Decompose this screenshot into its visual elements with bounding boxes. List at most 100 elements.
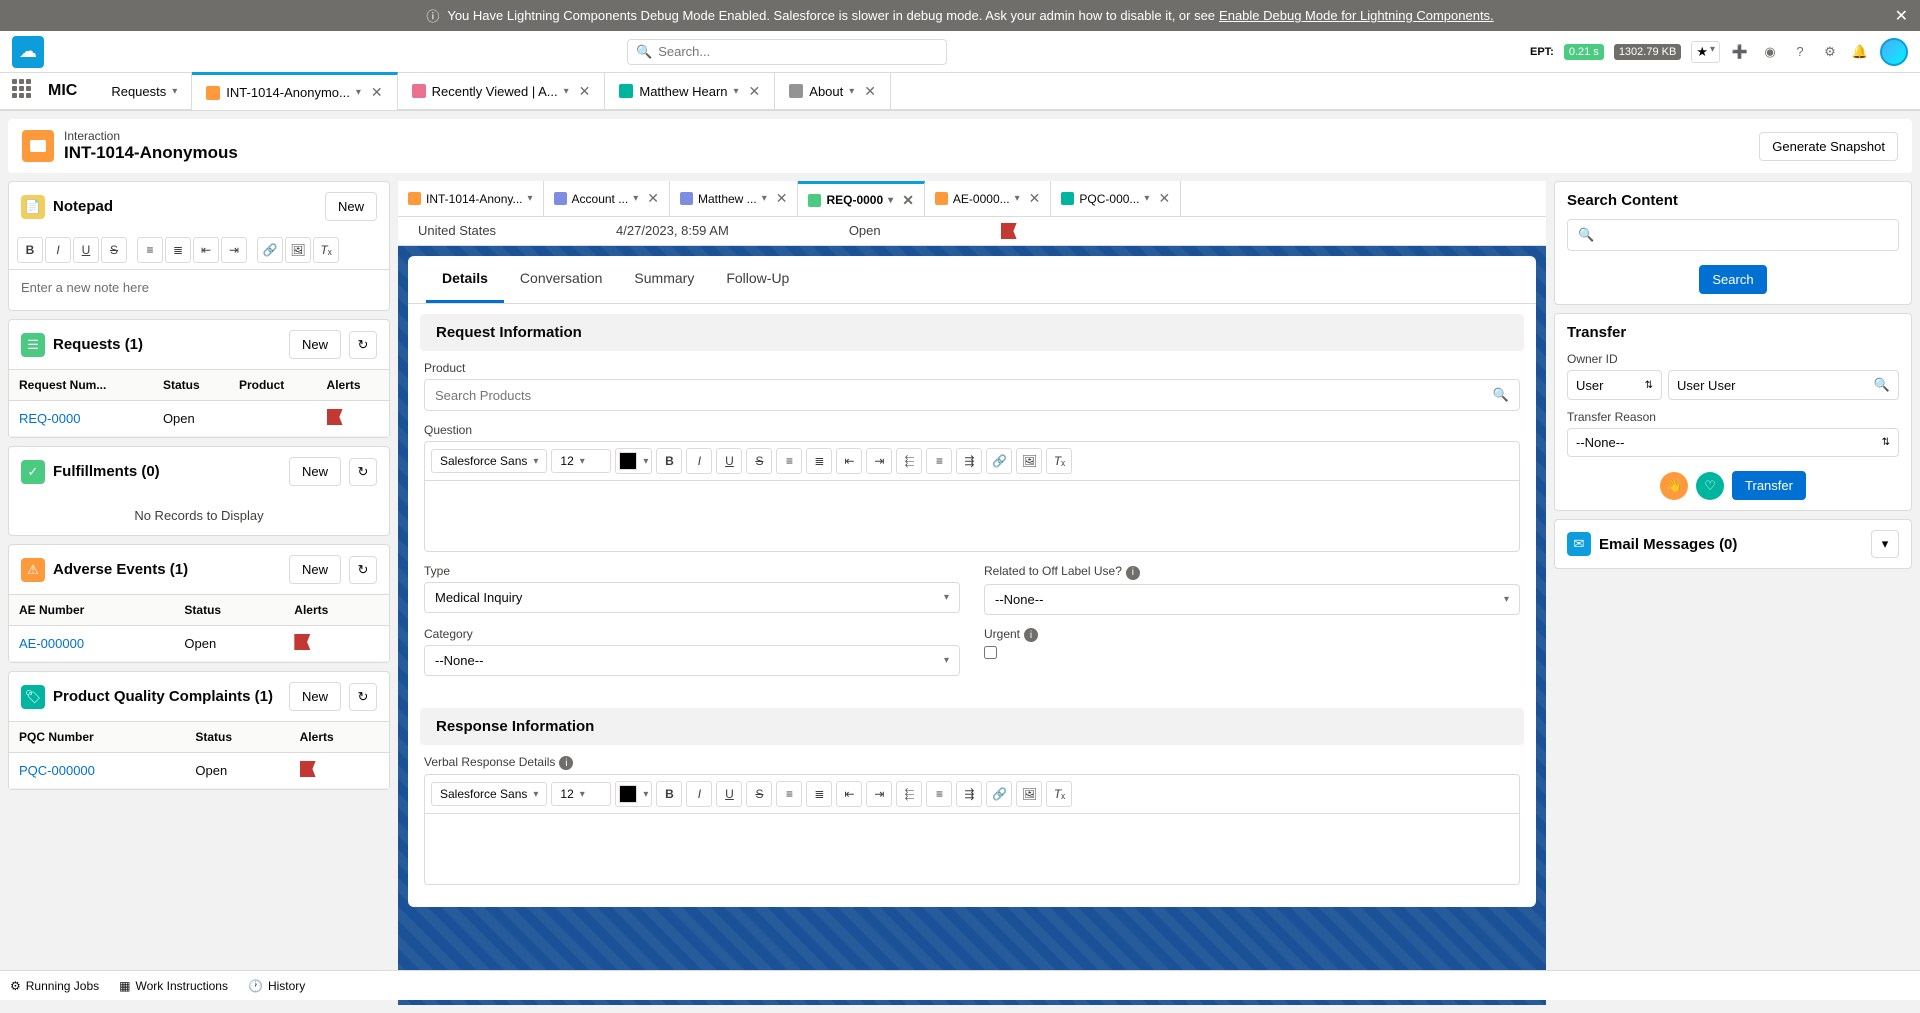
align-center-button[interactable]: ≡	[926, 448, 952, 474]
new-ae-button[interactable]: New	[289, 555, 341, 584]
col-status[interactable]: Status	[153, 370, 229, 401]
new-request-button[interactable]: New	[289, 330, 341, 359]
outdent-button[interactable]: ⇤	[836, 448, 862, 474]
outdent-button[interactable]: ⇤	[193, 237, 219, 263]
outdent-button[interactable]: ⇤	[836, 781, 862, 807]
image-button[interactable]: 🖼	[1016, 448, 1042, 474]
transfer-button[interactable]: Transfer	[1732, 471, 1806, 500]
urgent-checkbox[interactable]	[984, 646, 997, 659]
transfer-reason-select[interactable]: --None--⇅	[1567, 428, 1899, 457]
global-search-input[interactable]	[658, 44, 938, 59]
running-jobs-button[interactable]: ⚙Running Jobs	[10, 979, 99, 993]
setup-button[interactable]: ⚙	[1820, 42, 1840, 62]
nav-tab-requests[interactable]: Requests ▾	[97, 72, 192, 110]
notepad-editor[interactable]: Enter a new note here	[9, 270, 389, 310]
search-button[interactable]: Search	[1699, 265, 1766, 294]
italic-button[interactable]: I	[686, 448, 712, 474]
bold-button[interactable]: B	[656, 448, 682, 474]
chevron-down-icon[interactable]: ▾	[1015, 193, 1020, 204]
nav-tab-interaction[interactable]: INT-1014-Anonymo... ▾ ✕	[192, 72, 397, 110]
salesforce-logo[interactable]: ☁	[12, 36, 44, 68]
tab-conversation[interactable]: Conversation	[504, 256, 619, 303]
col-ae-number[interactable]: AE Number	[9, 595, 174, 626]
font-size-select[interactable]: 12▾	[551, 782, 611, 806]
add-button[interactable]: ➕	[1730, 42, 1750, 62]
image-button[interactable]: 🖼	[1016, 781, 1042, 807]
strike-button[interactable]: S	[746, 781, 772, 807]
global-search[interactable]: 🔍	[627, 39, 947, 65]
underline-button[interactable]: U	[716, 781, 742, 807]
close-icon[interactable]: ✕	[371, 84, 383, 101]
subtab-account[interactable]: Account ...▾✕	[544, 181, 670, 216]
subtab-pqc[interactable]: PQC-000...▾✕	[1051, 181, 1181, 216]
subtab-request[interactable]: REQ-0000▾✕	[798, 181, 924, 216]
font-family-select[interactable]: Salesforce Sans▾	[431, 449, 547, 473]
search-content-input[interactable]	[1600, 228, 1888, 243]
search-icon[interactable]: 🔍	[1493, 387, 1509, 403]
align-left-button[interactable]: ⬱	[896, 781, 922, 807]
chevron-down-icon[interactable]: ▾	[734, 86, 739, 97]
request-link[interactable]: REQ-0000	[19, 411, 80, 426]
nav-tab-about[interactable]: About ▾ ✕	[775, 72, 891, 110]
owner-lookup[interactable]: User User🔍	[1668, 370, 1899, 400]
col-request-number[interactable]: Request Num...	[9, 370, 153, 401]
product-lookup[interactable]: 🔍	[424, 379, 1520, 411]
font-color-button[interactable]: ▾	[615, 448, 652, 474]
close-icon[interactable]: ✕	[1158, 190, 1170, 207]
bullet-list-button[interactable]: ≡	[776, 781, 802, 807]
col-status[interactable]: Status	[185, 722, 289, 753]
bold-button[interactable]: B	[17, 237, 43, 263]
refresh-button[interactable]: ↻	[349, 556, 377, 584]
help-icon[interactable]: i	[559, 756, 573, 770]
generate-snapshot-button[interactable]: Generate Snapshot	[1759, 132, 1898, 161]
col-pqc-number[interactable]: PQC Number	[9, 722, 185, 753]
font-size-select[interactable]: 12▾	[551, 449, 611, 473]
search-content-input-wrapper[interactable]: 🔍	[1567, 219, 1899, 251]
indent-button[interactable]: ⇥	[866, 781, 892, 807]
font-family-select[interactable]: Salesforce Sans▾	[431, 782, 547, 806]
transfer-action-icon-1[interactable]: 👋	[1660, 472, 1688, 500]
bullet-list-button[interactable]: ≡	[776, 448, 802, 474]
chevron-down-icon[interactable]: ▾	[564, 86, 569, 97]
nav-tab-contact[interactable]: Matthew Hearn ▾ ✕	[605, 72, 775, 110]
chevron-down-icon[interactable]: ▾	[356, 87, 361, 98]
tab-followup[interactable]: Follow-Up	[710, 256, 805, 303]
link-button[interactable]: 🔗	[986, 781, 1012, 807]
email-menu-button[interactable]: ▾	[1871, 530, 1899, 558]
indent-button[interactable]: ⇥	[866, 448, 892, 474]
chevron-down-icon[interactable]: ▾	[528, 193, 533, 204]
refresh-button[interactable]: ↻	[349, 458, 377, 486]
nav-tab-recently-viewed[interactable]: Recently Viewed | A... ▾ ✕	[398, 72, 606, 110]
close-icon[interactable]: ✕	[902, 192, 914, 209]
close-icon[interactable]: ✕	[579, 83, 591, 100]
help-icon[interactable]: i	[1126, 566, 1140, 580]
close-icon[interactable]: ✕	[647, 190, 659, 207]
bold-button[interactable]: B	[656, 781, 682, 807]
number-list-button[interactable]: ≣	[165, 237, 191, 263]
salesforce-help-button[interactable]: ◉	[1760, 42, 1780, 62]
italic-button[interactable]: I	[45, 237, 71, 263]
underline-button[interactable]: U	[73, 237, 99, 263]
owner-type-select[interactable]: User⇅	[1567, 370, 1662, 400]
favorites-button[interactable]: ★▾	[1691, 41, 1720, 63]
verbal-response-textarea[interactable]	[425, 814, 1519, 884]
chevron-down-icon[interactable]: ▾	[762, 193, 767, 204]
italic-button[interactable]: I	[686, 781, 712, 807]
close-icon[interactable]: ✕	[749, 83, 761, 100]
chevron-down-icon[interactable]: ▾	[1144, 193, 1149, 204]
image-button[interactable]: 🖼	[285, 237, 311, 263]
close-icon[interactable]: ✕	[864, 83, 876, 100]
font-color-button[interactable]: ▾	[615, 781, 652, 807]
link-button[interactable]: 🔗	[257, 237, 283, 263]
align-center-button[interactable]: ≡	[926, 781, 952, 807]
work-instructions-button[interactable]: ▦Work Instructions	[119, 979, 228, 993]
close-icon[interactable]: ✕	[1895, 6, 1908, 26]
help-icon[interactable]: i	[1024, 628, 1038, 642]
clear-format-button[interactable]: Tₓ	[1046, 781, 1072, 807]
chevron-down-icon[interactable]: ▾	[633, 193, 638, 204]
bullet-list-button[interactable]: ≡	[137, 237, 163, 263]
type-select[interactable]: Medical Inquiry▾	[424, 582, 960, 613]
strike-button[interactable]: S	[746, 448, 772, 474]
subtab-ae[interactable]: AE-0000...▾✕	[925, 181, 1051, 216]
refresh-button[interactable]: ↻	[349, 683, 377, 711]
